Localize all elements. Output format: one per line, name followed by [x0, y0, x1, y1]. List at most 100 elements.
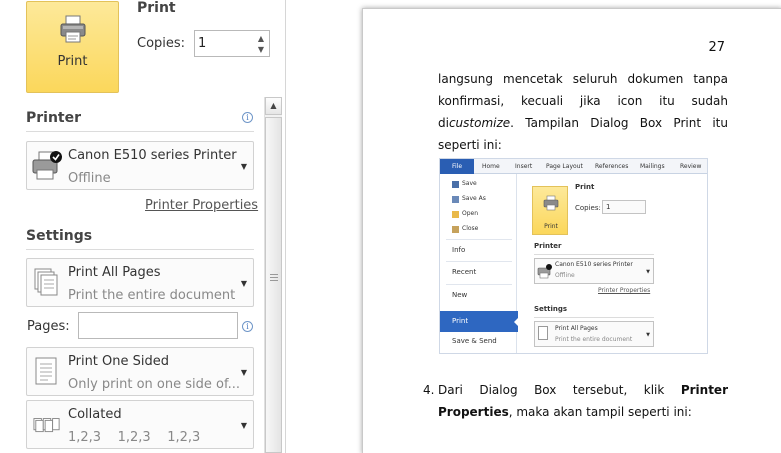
- paragraph-1-italic: customize: [448, 116, 511, 130]
- chevron-down-icon: ▼: [646, 332, 650, 338]
- section-divider: [534, 317, 654, 318]
- embedded-print-title: Print: [575, 183, 595, 191]
- print-range-dropdown[interactable]: Print All Pages Print the entire documen…: [26, 258, 254, 307]
- preview-page: 27 langsung mencetak seluruh dokumen tan…: [362, 8, 781, 453]
- pages-input[interactable]: [78, 312, 238, 339]
- collation-value: Collated: [68, 407, 122, 422]
- print-range-value: Print All Pages: [68, 265, 161, 280]
- print-button[interactable]: Print: [26, 1, 119, 93]
- pages-icon: [538, 326, 548, 340]
- chevron-down-icon: ▼: [240, 421, 247, 430]
- printer-icon: [543, 195, 559, 211]
- info-icon[interactable]: i: [242, 112, 253, 123]
- embedded-copies-label: Copies:: [575, 204, 601, 212]
- page-number: 27: [708, 40, 725, 55]
- nav-divider: [446, 261, 512, 262]
- grip-icon: [270, 274, 278, 281]
- embedded-printer-name: Canon E510 series Printer: [555, 261, 633, 268]
- info-icon[interactable]: i: [242, 321, 253, 332]
- embedded-printer-status: Offline: [555, 272, 575, 279]
- save-icon: [452, 181, 459, 188]
- embedded-tab-mailings: Mailings: [640, 163, 665, 170]
- embedded-copies-value: 1: [606, 203, 611, 211]
- embedded-range-dropdown: Print All Pages Print the entire documen…: [534, 321, 654, 347]
- collated-icon: [33, 418, 60, 433]
- chevron-down-icon: ▼: [646, 269, 650, 275]
- paragraph-2-text: Dari Dialog Box tersebut, klik: [438, 383, 681, 397]
- embedded-tab-page-layout: Page Layout: [546, 163, 583, 170]
- print-settings-panel: Print Print Copies: ▲ ▼ Printer i Canon …: [0, 0, 286, 453]
- embedded-range-value: Print All Pages: [555, 325, 598, 332]
- pages-icon: [34, 268, 58, 296]
- embedded-nav-recent: Recent: [452, 268, 477, 276]
- embedded-nav-new: New: [452, 291, 468, 299]
- settings-section-title: Settings: [26, 228, 93, 244]
- section-divider: [26, 131, 254, 132]
- embedded-tab-review: Review: [680, 163, 702, 170]
- embedded-print-panel: Print Print Copies: 1 Printer Canon E510…: [518, 174, 707, 353]
- spin-down-icon[interactable]: ▼: [256, 45, 266, 55]
- folder-icon: [452, 211, 459, 218]
- paragraph-2: 4. Dari Dialog Box tersebut, klik Printer…: [423, 379, 728, 423]
- settings-scrollbar[interactable]: ▲: [264, 97, 282, 453]
- print-range-description: Print the entire document: [68, 288, 236, 303]
- embedded-copies-box: 1: [602, 200, 646, 214]
- sides-dropdown[interactable]: Print One Sided Only print on one side o…: [26, 347, 254, 396]
- copies-label: Copies:: [137, 36, 186, 51]
- paragraph-2-text-end: , maka akan tampil seperti ini:: [508, 405, 692, 419]
- scroll-thumb[interactable]: [265, 117, 282, 453]
- embedded-nav-save-as: Save As: [462, 195, 486, 202]
- embedded-nav-print: Print: [440, 311, 519, 332]
- embedded-nav-save-send: Save & Send: [452, 337, 497, 345]
- nav-divider: [446, 239, 512, 240]
- embedded-nav-open: Open: [462, 210, 479, 217]
- printer-name: Canon E510 series Printer: [68, 148, 237, 163]
- pages-label: Pages:: [27, 319, 70, 334]
- embedded-range-description: Print the entire document: [555, 336, 633, 343]
- one-sided-icon: [35, 357, 57, 385]
- embedded-printer-title: Printer: [534, 242, 562, 250]
- save-as-icon: [452, 196, 459, 203]
- printer-properties-link[interactable]: Printer Properties: [145, 198, 258, 213]
- print-section-title: Print: [137, 0, 176, 16]
- list-number: 4.: [423, 383, 435, 397]
- printer-dropdown[interactable]: Canon E510 series Printer Offline ▼: [26, 141, 254, 190]
- embedded-tab-home: Home: [482, 163, 500, 170]
- scroll-up-icon[interactable]: ▲: [265, 97, 282, 115]
- sides-value: Print One Sided: [68, 354, 170, 369]
- chevron-down-icon: ▼: [240, 162, 247, 171]
- paragraph-1: langsung mencetak seluruh dokumen tanpa …: [438, 68, 728, 156]
- copies-input[interactable]: [198, 34, 252, 53]
- spin-up-icon[interactable]: ▲: [256, 34, 266, 44]
- collation-description: 1,2,3 1,2,3 1,2,3: [68, 430, 201, 445]
- embedded-nav-save: Save: [462, 180, 477, 187]
- collation-dropdown[interactable]: Collated 1,2,3 1,2,3 1,2,3 ▼: [26, 400, 254, 449]
- section-divider: [534, 254, 654, 255]
- embedded-backstage-nav: Save Save As Open Close Info Recent New …: [440, 174, 519, 353]
- embedded-ribbon: File Home Insert Page Layout References …: [440, 159, 707, 174]
- embedded-tab-references: References: [595, 163, 629, 170]
- close-file-icon: [452, 226, 459, 233]
- nav-divider: [446, 284, 512, 285]
- printer-status: Offline: [68, 171, 111, 186]
- embedded-print-button-label: Print: [544, 223, 558, 230]
- chevron-down-icon: ▼: [240, 279, 247, 288]
- embedded-nav-print-label: Print: [452, 317, 469, 325]
- embedded-nav-close: Close: [462, 225, 479, 232]
- printer-icon: [60, 15, 85, 43]
- embedded-settings-title: Settings: [534, 305, 568, 313]
- copies-stepper[interactable]: ▲ ▼: [194, 30, 270, 57]
- embedded-tab-file: File: [440, 159, 474, 174]
- embedded-tab-insert: Insert: [515, 163, 533, 170]
- embedded-nav-info: Info: [452, 246, 466, 254]
- print-button-label: Print: [57, 54, 88, 69]
- printer-status-icon: [537, 264, 552, 279]
- section-divider: [26, 249, 254, 250]
- embedded-print-button: Print: [532, 186, 568, 235]
- embedded-printer-properties: Printer Properties: [598, 287, 651, 294]
- embedded-screenshot: File Home Insert Page Layout References …: [439, 158, 708, 354]
- printer-section-title: Printer: [26, 110, 82, 126]
- chevron-down-icon: ▼: [240, 368, 247, 377]
- printer-status-icon: [32, 151, 62, 180]
- embedded-printer-dropdown: Canon E510 series Printer Offline ▼: [534, 258, 654, 284]
